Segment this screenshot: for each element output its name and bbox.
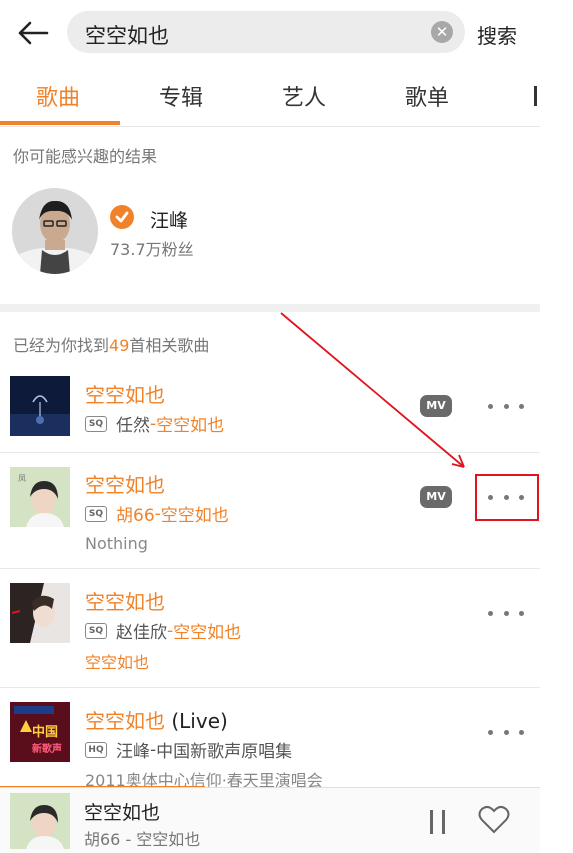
search-input[interactable]: 空空如也 (85, 20, 169, 50)
section-divider (0, 304, 540, 312)
song-meta: SQ 赵佳欣 - 空空如也 (85, 618, 241, 643)
album-cover: 凤 (10, 467, 70, 527)
back-button[interactable] (14, 14, 52, 52)
svg-text:新歌声: 新歌声 (32, 742, 62, 755)
more-options-icon[interactable] (488, 727, 524, 737)
sq-quality-icon: SQ (85, 415, 107, 432)
suggest-heading: 你可能感兴趣的结果 (13, 147, 158, 166)
svg-text:凤: 凤 (18, 474, 26, 483)
player-title: 空空如也 (84, 802, 161, 824)
song-title: 空空如也 (85, 590, 165, 614)
result-count: 已经为你找到49首相关歌曲 (13, 336, 210, 355)
mv-badge[interactable]: MV (420, 395, 452, 417)
mini-player[interactable]: 空空如也 胡66 - 空空如也 (0, 787, 540, 853)
song-title: 空空如也 (85, 473, 165, 497)
verified-badge-icon (110, 205, 134, 229)
screen-margin (540, 0, 573, 852)
artist-suggestion[interactable]: 汪峰 73.7万粉丝 (0, 180, 540, 280)
more-options-icon[interactable] (488, 608, 524, 618)
song-row[interactable]: 空空如也 SQ 任然 - 空空如也 MV (0, 365, 540, 453)
search-button[interactable]: 搜索 (477, 20, 517, 49)
top-bar: 空空如也 ✕ 搜索 (0, 0, 540, 64)
song-extra: 空空如也 (85, 653, 150, 672)
artist-name: 汪峰 (150, 210, 189, 232)
album-cover: 中国 新歌声 (10, 702, 70, 762)
tab-bar: 歌曲 专辑 艺人 歌单 (0, 64, 540, 127)
song-title: 空空如也 (85, 383, 165, 407)
song-row[interactable]: 空空如也 SQ 赵佳欣 - 空空如也 空空如也 (0, 569, 540, 688)
music-app: 空空如也 ✕ 搜索 歌曲 专辑 艺人 歌单 你可能感兴趣的结果 汪峰 73.7万… (0, 0, 540, 853)
annotation-highlight-box (475, 474, 539, 521)
back-arrow-icon (18, 21, 49, 45)
active-tab-indicator (0, 121, 120, 125)
song-row[interactable]: 凤 空空如也 SQ 胡66 - 空空如也 Nothing MV (0, 453, 540, 569)
song-extra: Nothing (85, 534, 148, 553)
mv-badge[interactable]: MV (420, 486, 452, 508)
song-title: 空空如也 (Live) (85, 709, 228, 733)
player-cover (10, 793, 70, 849)
tab-artists[interactable]: 艺人 (282, 80, 326, 112)
tab-playlists[interactable]: 歌单 (405, 80, 449, 112)
more-options-icon[interactable] (488, 401, 524, 411)
sq-quality-icon: SQ (85, 505, 107, 522)
pause-icon[interactable] (427, 810, 449, 834)
heart-icon[interactable] (478, 805, 510, 835)
clear-icon[interactable]: ✕ (431, 21, 453, 43)
tab-songs[interactable]: 歌曲 (36, 80, 80, 112)
song-meta: HQ 汪峰 - 中国新歌声原唱集 (85, 737, 292, 762)
song-meta: SQ 任然 - 空空如也 (85, 411, 224, 436)
avatar (12, 188, 98, 274)
album-cover (10, 583, 70, 643)
player-subtitle: 胡66 - 空空如也 (84, 830, 201, 849)
song-meta: SQ 胡66 - 空空如也 (85, 501, 229, 526)
tab-albums[interactable]: 专辑 (159, 80, 203, 112)
svg-text:中国: 中国 (32, 724, 58, 740)
hq-quality-icon: HQ (85, 741, 107, 758)
sq-quality-icon: SQ (85, 622, 107, 639)
search-box[interactable]: 空空如也 ✕ (67, 11, 465, 53)
artist-fans: 73.7万粉丝 (110, 240, 194, 259)
album-cover (10, 376, 70, 436)
song-row[interactable]: 中国 新歌声 空空如也 (Live) HQ 汪峰 - 中国新歌声原唱集 2011奥… (0, 688, 540, 790)
